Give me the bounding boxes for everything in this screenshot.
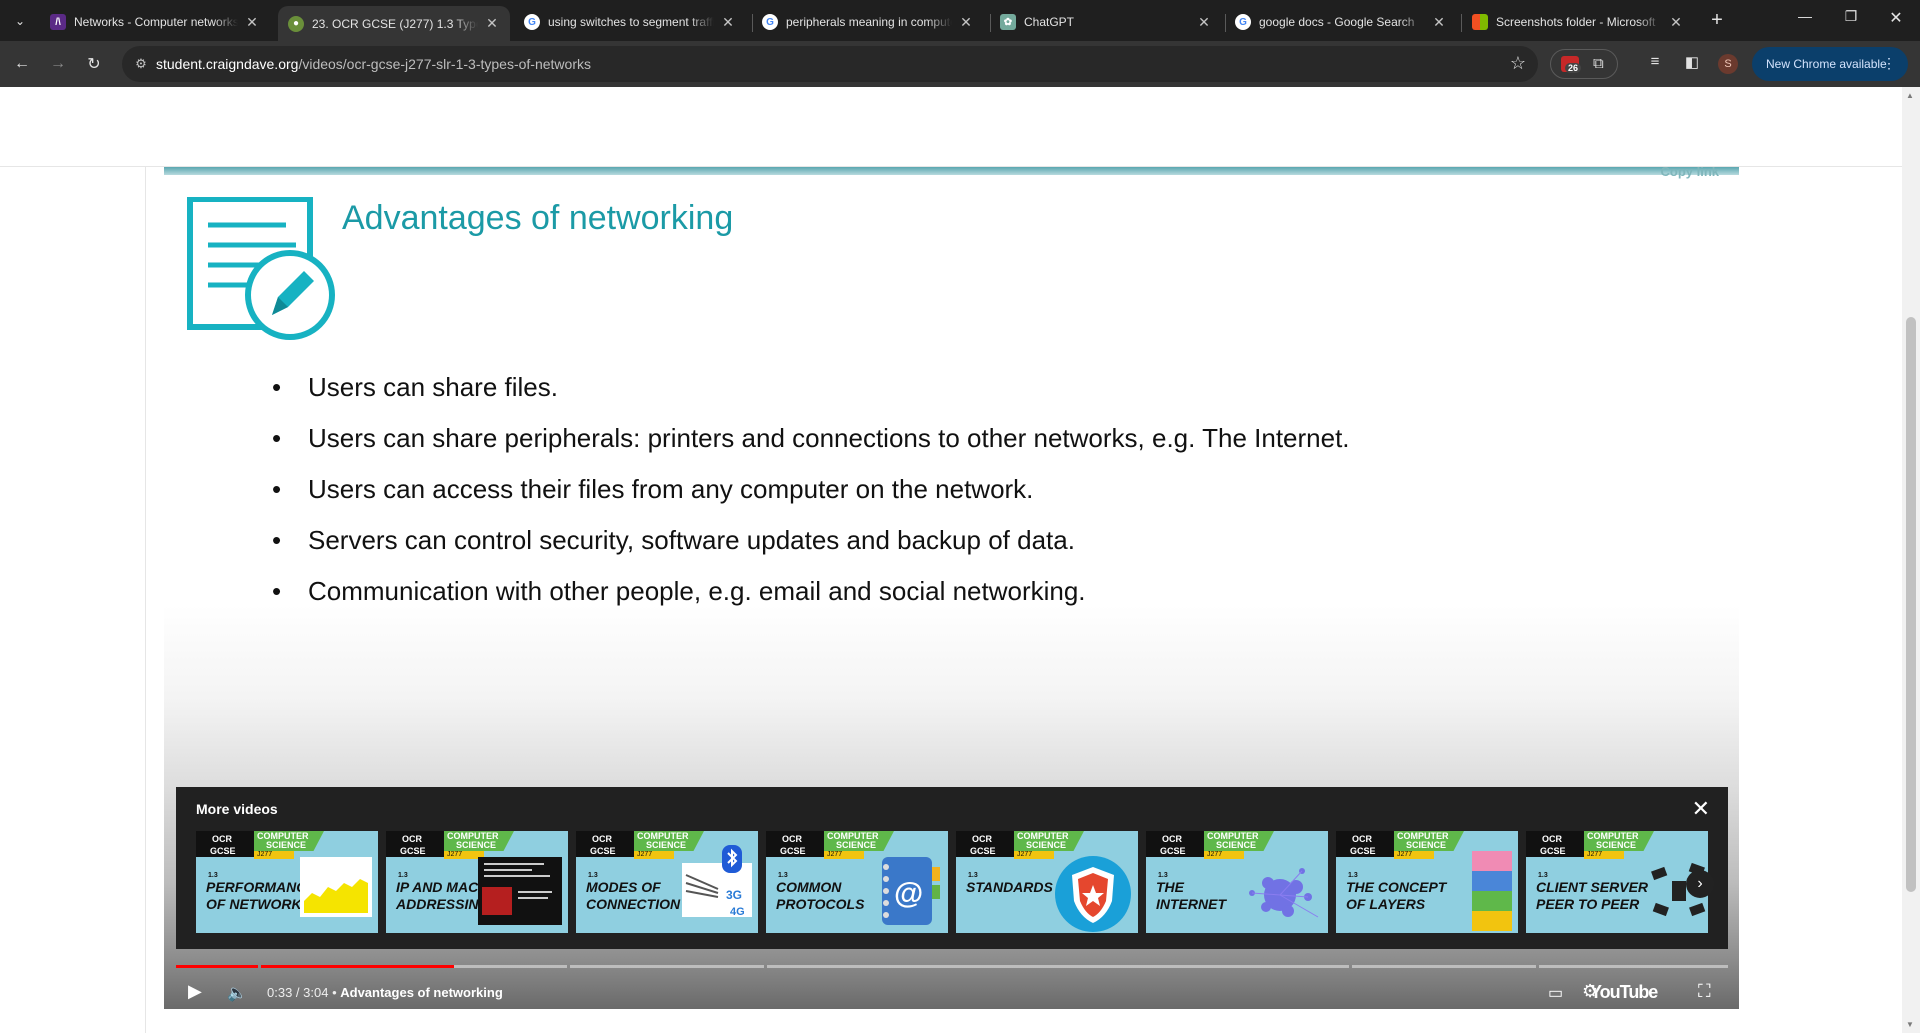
- minimize-icon[interactable]: —: [1782, 8, 1828, 24]
- craigndave-icon: ●: [288, 15, 304, 32]
- bookmark-star-icon[interactable]: ☆: [1510, 53, 1526, 74]
- slide-title: Advantages of networking: [342, 199, 734, 237]
- scroll-up-icon[interactable]: ▲: [1906, 91, 1914, 100]
- close-icon[interactable]: ✕: [958, 14, 974, 31]
- menu-dots-icon: ⋮: [1882, 55, 1896, 71]
- window-close-icon[interactable]: ✕: [1873, 8, 1919, 28]
- side-panel-icon[interactable]: ◧: [1681, 53, 1703, 71]
- divider: [145, 167, 146, 1033]
- tab-google-docs[interactable]: G google docs - Google Search ✕: [1225, 6, 1457, 38]
- media-controls-icon[interactable]: ≡: [1644, 53, 1666, 70]
- close-icon[interactable]: ✕: [244, 14, 260, 31]
- chapter-segment[interactable]: [570, 965, 764, 968]
- close-icon[interactable]: ✕: [720, 14, 736, 31]
- tab-chatgpt[interactable]: ✿ ChatGPT ✕: [990, 6, 1222, 38]
- scrollbar-thumb[interactable]: [1906, 317, 1916, 892]
- puzzle-icon[interactable]: ⧉: [1593, 55, 1604, 72]
- more-videos-panel: More videos ✕ OCR GCSE COMPUTER SCIENCE J2…: [176, 787, 1728, 949]
- video-thumbnail[interactable]: OCR GCSE COMPUTER SCIENCE J277 1.3 THE INTE…: [1146, 831, 1328, 933]
- document-edit-icon: [187, 197, 335, 340]
- chatgpt-icon: ✿: [1000, 14, 1016, 30]
- terminal-icon: [478, 857, 562, 925]
- page-content: Copy link Advantages of networking Users…: [0, 87, 1920, 1033]
- purple-logo-icon: /\: [50, 14, 66, 30]
- video-thumbnail[interactable]: OCR GCSE COMPUTER SCIENCE J277 1.3 STANDAR…: [956, 831, 1138, 933]
- tab-screenshots[interactable]: Screenshots folder - Microsoft ✕: [1462, 6, 1694, 38]
- volume-icon[interactable]: 🔈: [227, 983, 247, 1003]
- tab-ocr-gcse[interactable]: ● 23. OCR GCSE (J277) 1.3 Types of ✕: [278, 6, 510, 41]
- close-icon[interactable]: ✕: [1692, 796, 1710, 822]
- tab-search-button[interactable]: ⌄: [7, 8, 33, 34]
- video-thumbnail[interactable]: OCR GCSE COMPUTER SCIENCE J277 1.3 IP AND …: [386, 831, 568, 933]
- reload-icon[interactable]: ↻: [81, 51, 107, 77]
- restore-icon[interactable]: ❐: [1828, 8, 1874, 25]
- chevron-down-icon: ⌄: [14, 14, 26, 28]
- youtube-logo[interactable]: YouTube: [1590, 982, 1658, 1003]
- scroll-down-icon[interactable]: ▼: [1906, 1020, 1914, 1029]
- slide-bullet-list: Users can share files. Users can share p…: [272, 372, 1350, 627]
- subtitles-icon[interactable]: ▭: [1548, 983, 1563, 1003]
- google-icon: G: [524, 14, 540, 30]
- list-item: Users can share peripherals: printers an…: [272, 423, 1350, 474]
- play-icon[interactable]: ▶: [188, 981, 202, 1002]
- list-item: Communication with other people, e.g. em…: [272, 576, 1350, 627]
- site-info-icon[interactable]: ⚙: [132, 55, 150, 73]
- more-videos-title: More videos: [196, 801, 278, 817]
- address-book-icon: @: [882, 857, 940, 925]
- tab-peripherals[interactable]: G peripherals meaning in computer ✕: [752, 6, 984, 38]
- network-graph-icon: [1249, 868, 1319, 918]
- chart-icon: [300, 857, 372, 917]
- list-item: Servers can control security, software u…: [272, 525, 1350, 576]
- list-item: Users can share files.: [272, 372, 1350, 423]
- video-top-bar: [164, 167, 1739, 175]
- address-bar[interactable]: ⚙ student.craigndave.org/videos/ocr-gcse…: [122, 46, 1538, 82]
- avatar[interactable]: S: [1718, 54, 1738, 74]
- chapter-segment[interactable]: [176, 965, 258, 968]
- svg-text:3G: 3G: [726, 888, 742, 902]
- forward-icon[interactable]: →: [45, 51, 71, 77]
- svg-text:4G: 4G: [730, 906, 745, 917]
- tab-networks[interactable]: /\ Networks - Computer networks ✕: [40, 6, 270, 38]
- video-thumbnail[interactable]: OCR GCSE COMPUTER SCIENCE J277 1.3 THE CON…: [1336, 831, 1518, 933]
- video-player[interactable]: Copy link Advantages of networking Users…: [164, 167, 1739, 1009]
- extensions-group: 26 ⧉: [1550, 49, 1618, 79]
- tab-using-switches[interactable]: G using switches to segment traffic ✕: [514, 6, 746, 38]
- video-thumbnail[interactable]: OCR GCSE COMPUTER SCIENCE J277 1.3 PERFORM…: [196, 831, 378, 933]
- video-thumbnail[interactable]: OCR GCSE COMPUTER SCIENCE J277 1.3 MODES O…: [576, 831, 758, 933]
- shield-icon: [1055, 856, 1131, 932]
- chapter-segment[interactable]: [1352, 965, 1536, 968]
- new-chrome-available-button[interactable]: New Chrome available ⋮: [1752, 47, 1908, 81]
- extension-badge: 26: [1565, 63, 1582, 73]
- close-icon[interactable]: ✕: [484, 15, 500, 32]
- back-icon[interactable]: ←: [9, 51, 35, 77]
- copy-link-button[interactable]: Copy link: [1660, 167, 1719, 179]
- new-tab-button[interactable]: +: [1705, 9, 1729, 32]
- played-progress: [261, 965, 454, 968]
- chapter-segment[interactable]: [767, 965, 1349, 968]
- chapter-segment[interactable]: [1539, 965, 1728, 968]
- list-item: Users can access their files from any co…: [272, 474, 1350, 525]
- microsoft-icon: [1472, 14, 1488, 30]
- close-icon[interactable]: ✕: [1431, 14, 1447, 31]
- player-controls: ▶ 🔈 0:33 / 3:04 • Advantages of networki…: [164, 973, 1739, 1009]
- page-scrollbar[interactable]: ▲ ▼: [1902, 87, 1920, 1033]
- chevron-right-icon[interactable]: ›: [1686, 870, 1714, 898]
- google-icon: G: [762, 14, 778, 30]
- close-icon[interactable]: ✕: [1196, 14, 1212, 31]
- video-thumbnail[interactable]: OCR GCSE COMPUTER SCIENCE J277 1.3 COMMON P…: [766, 831, 948, 933]
- tab-strip: ⌄ /\ Networks - Computer networks ✕ ● 23…: [0, 0, 1920, 41]
- layers-stack-icon: [1472, 851, 1512, 931]
- video-thumbnail[interactable]: OCR GCSE COMPUTER SCIENCE J277 1.3 CLIENT …: [1526, 831, 1708, 933]
- svg-text:@: @: [894, 877, 923, 910]
- google-icon: G: [1235, 14, 1251, 30]
- seek-bar[interactable]: [176, 965, 1728, 968]
- bluetooth-icon: 3G4G: [682, 845, 752, 917]
- url-text[interactable]: student.craigndave.org/videos/ocr-gcse-j…: [156, 56, 591, 72]
- close-icon[interactable]: ✕: [1668, 14, 1684, 31]
- time-display: 0:33 / 3:04 • Advantages of networking: [267, 985, 503, 1000]
- fullscreen-icon[interactable]: ⛶: [1698, 981, 1711, 1002]
- browser-toolbar: ← → ↻ ⚙ student.craigndave.org/videos/oc…: [0, 41, 1920, 87]
